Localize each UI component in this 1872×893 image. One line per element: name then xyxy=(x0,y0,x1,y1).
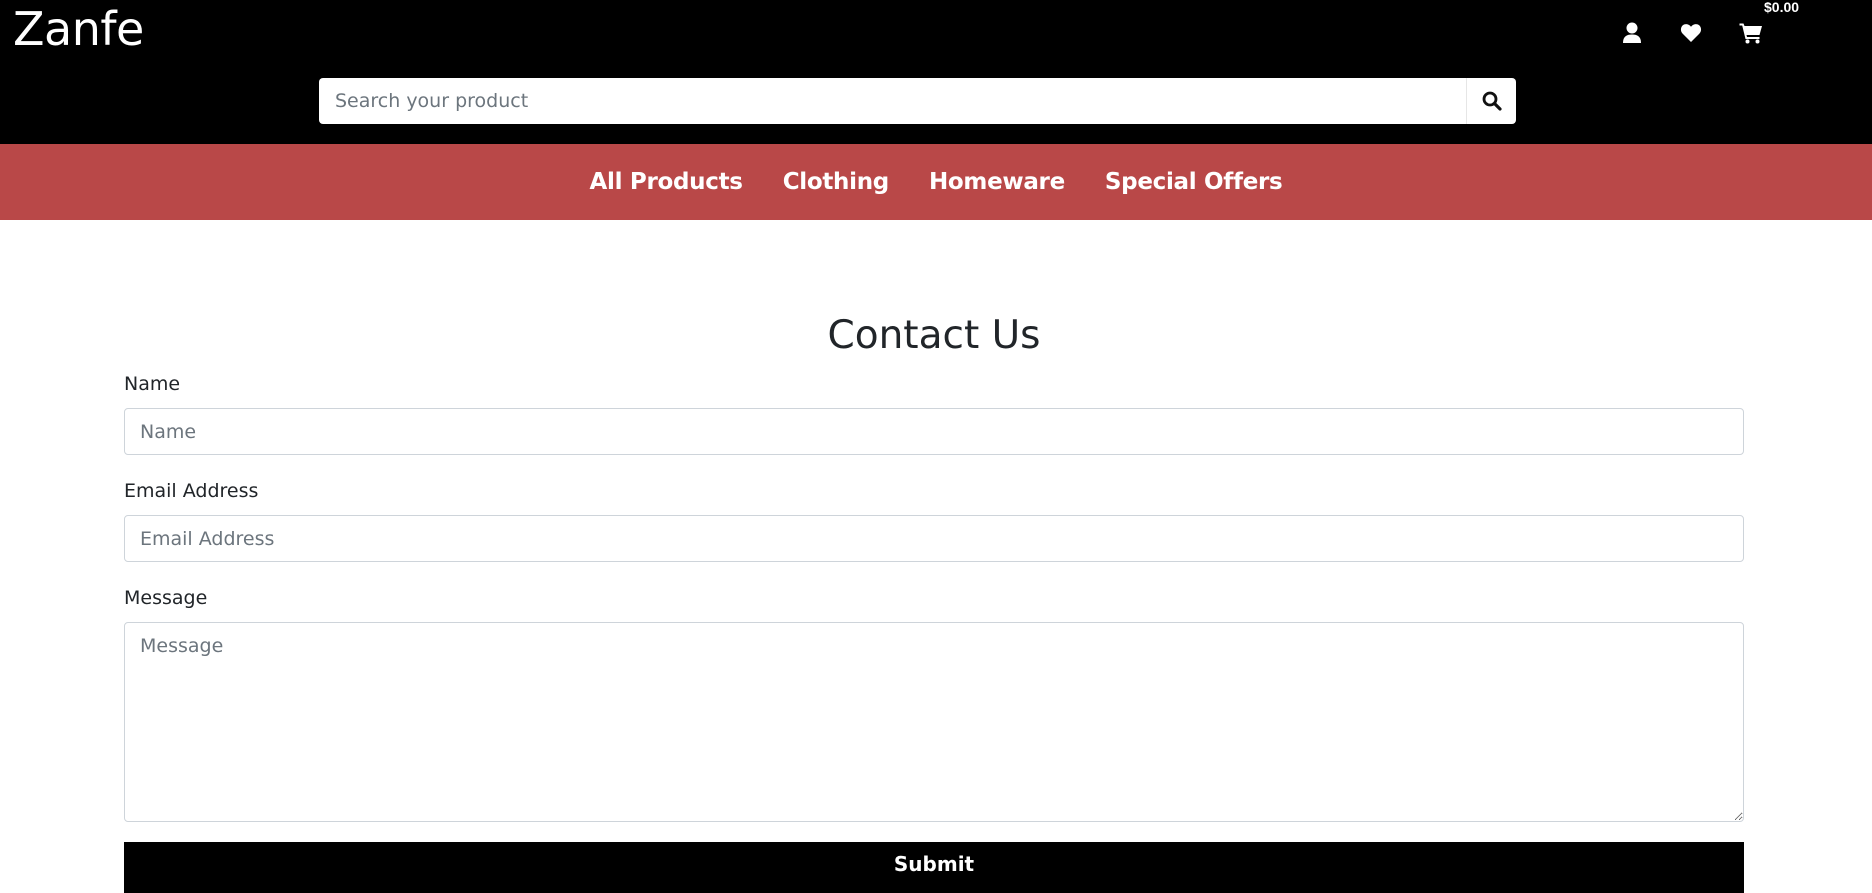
cart-button[interactable] xyxy=(1736,18,1766,48)
message-label: Message xyxy=(124,587,208,609)
page-title: Contact Us xyxy=(827,313,1041,358)
cart-total: $0.00 xyxy=(1764,0,1800,15)
account-button[interactable] xyxy=(1617,18,1647,48)
nav-all-products[interactable]: All Products xyxy=(590,169,743,195)
message-field[interactable] xyxy=(124,622,1744,822)
category-nav: All Products Clothing Homeware Special O… xyxy=(0,144,1872,220)
cart-icon xyxy=(1739,23,1762,44)
user-icon xyxy=(1623,22,1641,43)
top-header: Zanfe $0.00 xyxy=(0,0,1872,144)
search-bar xyxy=(319,78,1516,124)
email-label: Email Address xyxy=(124,480,259,502)
site-logo[interactable]: Zanfe xyxy=(13,0,144,58)
search-button[interactable] xyxy=(1466,78,1516,124)
nav-homeware[interactable]: Homeware xyxy=(929,169,1065,195)
email-field[interactable] xyxy=(124,515,1744,562)
name-label: Name xyxy=(124,373,181,395)
name-field[interactable] xyxy=(124,408,1744,455)
submit-button[interactable]: Submit xyxy=(124,842,1744,893)
search-input[interactable] xyxy=(319,78,1466,124)
nav-clothing[interactable]: Clothing xyxy=(783,169,890,195)
search-icon xyxy=(1482,91,1502,111)
heart-icon xyxy=(1680,24,1702,42)
nav-special-offers[interactable]: Special Offers xyxy=(1105,169,1283,195)
wishlist-button[interactable] xyxy=(1676,18,1706,48)
